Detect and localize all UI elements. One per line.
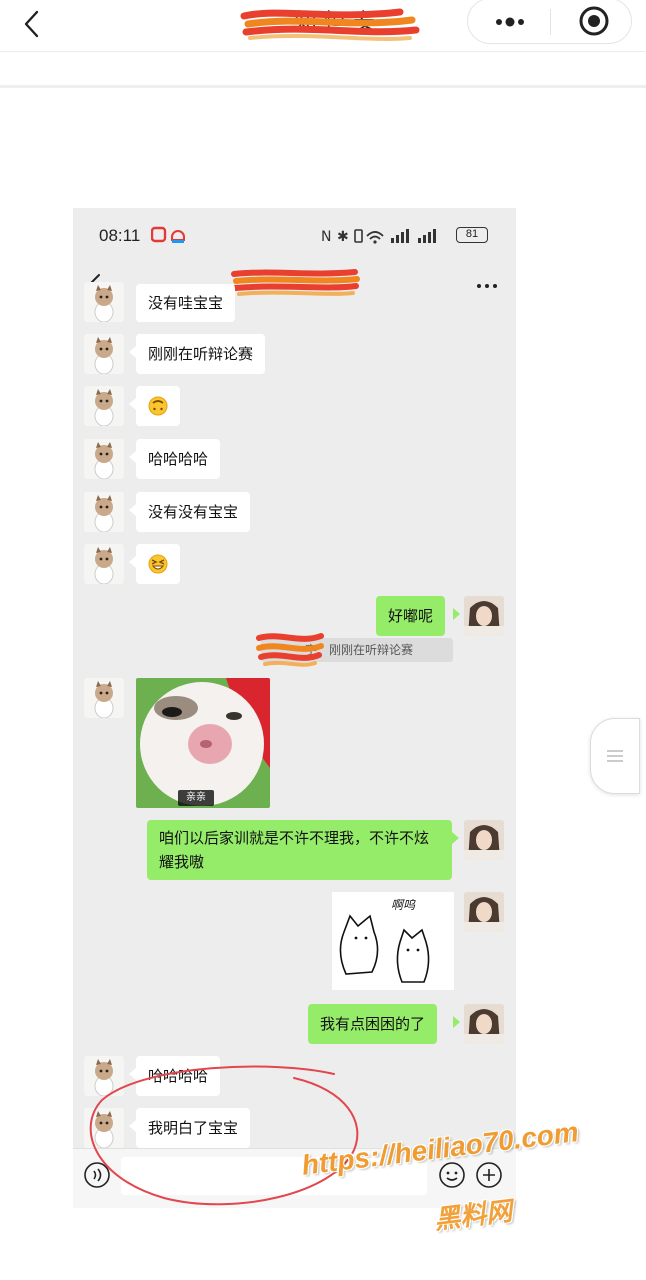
contact-avatar[interactable] [84,439,124,479]
contact-avatar[interactable] [84,1108,124,1148]
status-time: 08:11 [99,226,141,245]
bubble-tail [129,504,136,516]
chat-more-button[interactable] [475,276,499,288]
user-avatar[interactable] [464,820,504,860]
top-bar: 知 恒 安 [0,0,646,52]
kitten-avatar-icon [84,492,124,532]
bubble-tail [129,451,136,463]
message-text: 刚刚在听辩论赛 [148,345,254,363]
target-circle-icon [579,6,609,36]
sticker-caption: 亲亲 [178,790,214,806]
capsule-menu [467,0,632,44]
user-avatar[interactable] [464,1004,504,1044]
sticker-caption: 啊呜 [391,898,416,912]
svg-text:✱: ✱ [337,229,349,245]
portrait-avatar-icon [464,892,504,932]
quote-text: 宇：刚刚在听辩论赛 [305,643,414,657]
kitten-avatar-icon [84,386,124,426]
voice-icon [84,1162,110,1188]
bubble-tail [129,556,136,568]
message-text: 没有哇宝宝 [148,294,224,312]
kitten-avatar-icon [84,1056,124,1096]
smile-icon [439,1162,465,1188]
message-text: 好嘟呢 [388,607,434,625]
contact-avatar[interactable] [84,334,124,374]
portrait-avatar-icon [464,1004,504,1044]
message-bubble[interactable]: 咱们以后家训就是不许不理我，不许不炫耀我嗷 [147,820,452,880]
cat-kiss-sticker-image [136,678,270,808]
message-bubble[interactable] [136,544,180,584]
portrait-avatar-icon [464,820,504,860]
kitten-avatar-icon [84,1108,124,1148]
kitten-avatar-icon [84,544,124,584]
contact-avatar[interactable] [84,282,124,322]
chat-screenshot: 08:11 N ✱ 81 没有哇宝宝 刚刚在听辩论赛 哈哈哈哈 没有没有宝宝 好… [73,208,516,1208]
message-bubble[interactable]: 我明白了宝宝 [136,1108,251,1148]
plus-circle-icon [476,1162,502,1188]
notification-icons [151,226,185,243]
more-button[interactable] [490,9,530,35]
kitten-avatar-icon [84,439,124,479]
kitten-avatar-icon [84,334,124,374]
close-miniprogram-button[interactable] [576,3,612,39]
message-text: 哈哈哈哈 [148,450,209,468]
more-dots-icon [496,17,524,27]
back-button[interactable] [14,6,50,42]
message-bubble[interactable]: 哈哈哈哈 [136,439,221,479]
emoji-button[interactable] [438,1161,466,1189]
contact-avatar[interactable] [84,678,124,718]
status-bar: 08:11 N ✱ 81 [73,208,516,264]
message-bubble[interactable]: 刚刚在听辩论赛 [136,334,266,374]
quoted-reply[interactable]: 宇：刚刚在听辩论赛 [261,638,453,662]
grinning-squint-emoji [148,554,168,574]
bubble-tail [129,1068,136,1080]
message-bubble[interactable]: 好嘟呢 [376,596,446,636]
menu-lines-icon [607,750,623,762]
bubble-tail [452,832,459,844]
kitten-avatar-icon [84,678,124,718]
user-avatar[interactable] [464,596,504,636]
plus-button[interactable] [475,1161,503,1189]
message-bubble[interactable]: 哈哈哈哈 [136,1056,221,1096]
bubble-tail [453,608,460,620]
message-bubble[interactable]: 没有哇宝宝 [136,284,236,322]
svg-text:N: N [321,229,331,245]
battery-indicator: 81 [456,227,488,243]
page-title: 知 恒 安 [295,10,375,35]
capsule-divider [550,9,551,35]
user-avatar[interactable] [464,892,504,932]
message-text: 咱们以后家训就是不许不理我，不许不炫耀我嗷 [159,829,430,871]
message-text: 没有没有宝宝 [148,503,239,521]
redaction-scribble [231,269,360,296]
message-text: 我明白了宝宝 [148,1119,239,1137]
upside-down-face-emoji [148,396,168,416]
bubble-tail [129,1120,136,1132]
voice-button[interactable] [83,1161,111,1189]
message-text: 哈哈哈哈 [148,1067,209,1085]
chevron-left-icon [24,10,39,38]
portrait-avatar-icon [464,596,504,636]
message-text: 我有点困困的了 [320,1015,426,1033]
contact-avatar[interactable] [84,386,124,426]
contact-avatar[interactable] [84,1056,124,1096]
side-drawer-handle[interactable] [590,718,640,794]
message-list[interactable]: 没有哇宝宝 刚刚在听辩论赛 哈哈哈哈 没有没有宝宝 好嘟呢 宇：刚刚在听辩论赛 … [73,282,516,1148]
kiss-sticker[interactable] [136,678,270,808]
more-dots-icon [477,284,497,288]
page: 知 恒 安 08:11 N ✱ 81 没有哇宝宝 刚刚在听辩论赛 哈哈哈哈 没有… [0,0,646,1280]
bubble-tail [453,1016,460,1028]
kitten-avatar-icon [84,282,124,322]
message-bubble[interactable]: 没有没有宝宝 [136,492,251,532]
bubble-tail [129,398,136,410]
watermark-name: 黑料网 [432,1196,514,1236]
contact-avatar[interactable] [84,544,124,584]
contact-avatar[interactable] [84,492,124,532]
message-bubble[interactable] [136,386,180,426]
sub-bar [0,52,646,88]
bubble-tail [129,346,136,358]
message-bubble[interactable]: 我有点困困的了 [308,1004,438,1044]
